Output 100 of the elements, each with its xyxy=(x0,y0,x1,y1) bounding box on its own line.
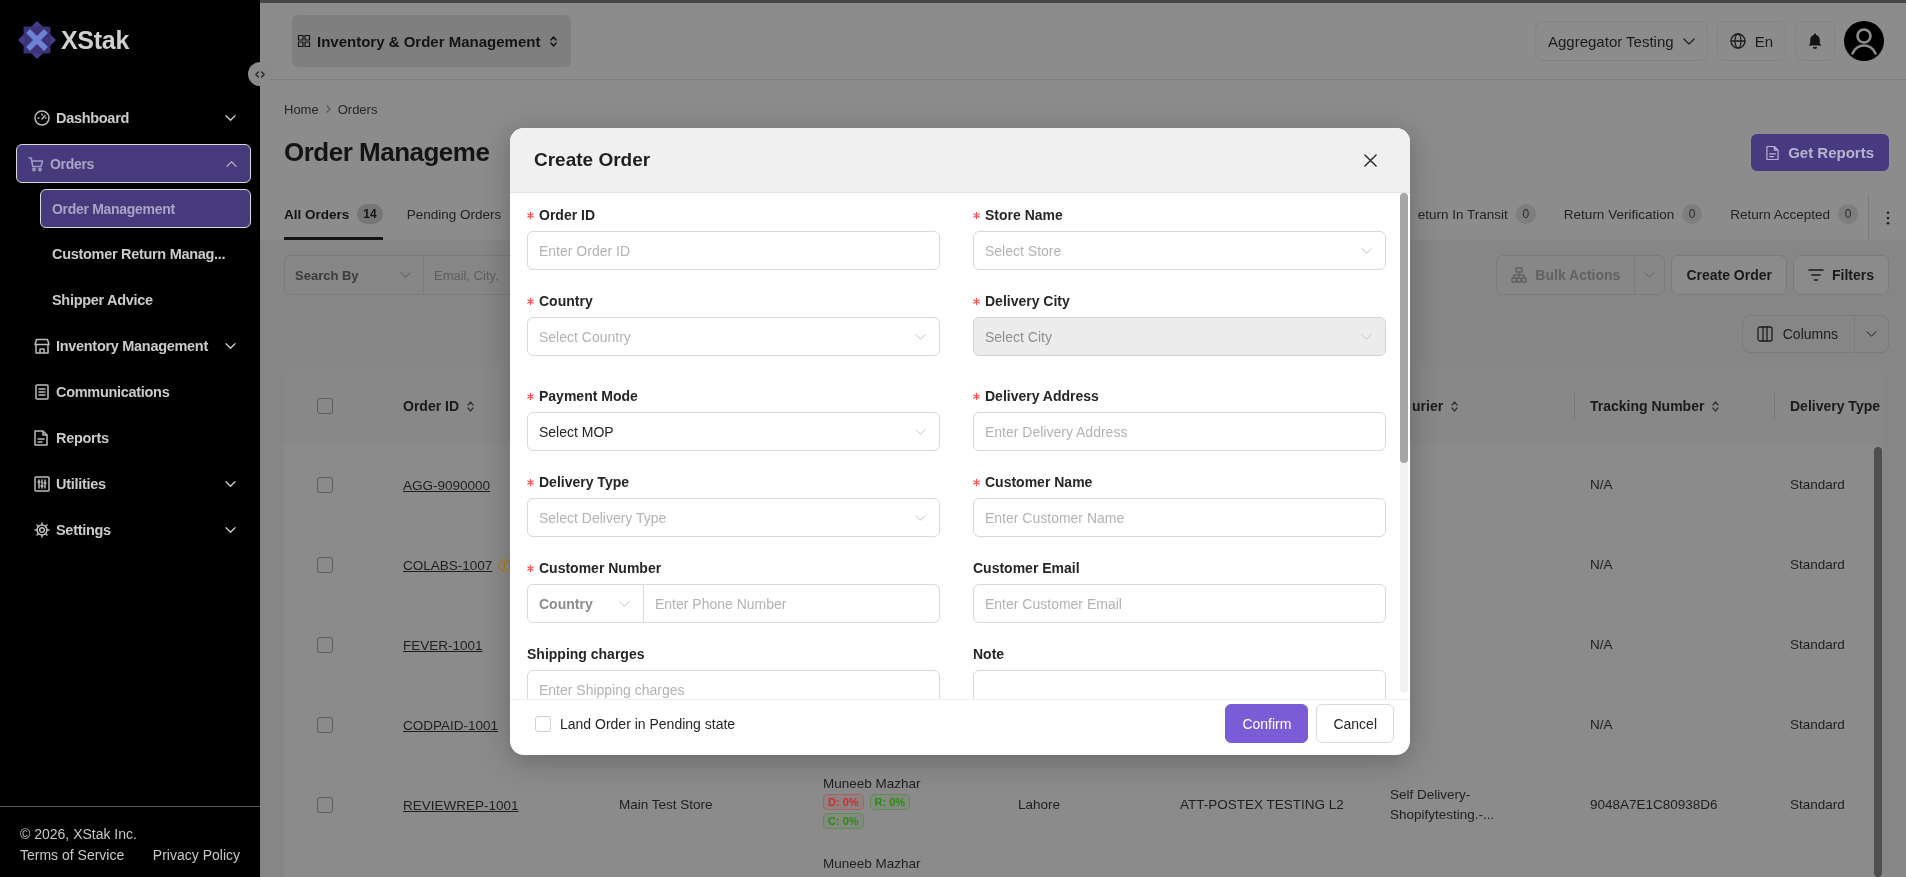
count-badge: 14 xyxy=(357,204,383,224)
field-label: Shipping charges xyxy=(527,646,645,662)
tab[interactable]: Return Accepted 0 xyxy=(1730,185,1858,240)
order-link[interactable]: REVIEWREP-1001 xyxy=(403,797,519,813)
field-label: Order ID xyxy=(539,207,595,223)
sidebar-item[interactable]: Reports xyxy=(16,418,251,458)
grid-icon xyxy=(298,35,310,47)
checkbox[interactable] xyxy=(317,557,333,573)
more-icon[interactable] xyxy=(1885,210,1890,225)
chevron-up-down-icon xyxy=(550,35,558,47)
footer-link[interactable]: Privacy Policy xyxy=(152,847,240,863)
order-link[interactable]: CODPAID-1001 xyxy=(403,717,499,733)
field-label: Country xyxy=(539,293,593,309)
notifications-button[interactable] xyxy=(1795,21,1835,61)
input-field[interactable]: Enter Shipping charges xyxy=(527,670,940,699)
person-name: Muneeb Mazhar xyxy=(823,776,921,791)
document-icon xyxy=(1766,144,1780,161)
breadcrumb-item: Orders xyxy=(337,101,378,117)
sidebar-subitem[interactable]: Customer Return Manag... xyxy=(40,234,251,274)
settings-icon xyxy=(34,522,50,538)
avatar-icon[interactable] xyxy=(1844,21,1884,61)
action-button[interactable]: Filters xyxy=(1793,255,1889,295)
table-cell-text: Standard xyxy=(1790,716,1845,734)
footer-link[interactable]: Terms of Service xyxy=(20,847,125,863)
search-by-select[interactable]: Search By xyxy=(284,255,424,295)
sidebar-item[interactable]: Dashboard xyxy=(16,98,251,138)
hierarchy-icon xyxy=(1511,267,1528,283)
list-icon xyxy=(34,384,50,400)
chevrons-icon xyxy=(255,70,265,78)
tab[interactable]: eturn In Transit 0 xyxy=(1417,185,1536,240)
chevron-down-icon xyxy=(1682,37,1695,45)
dialog-button[interactable]: Cancel xyxy=(1316,704,1394,743)
dropdown-button[interactable] xyxy=(1634,255,1666,295)
input-field[interactable]: Enter Phone Number xyxy=(644,584,940,623)
chevron-down-icon xyxy=(1644,272,1656,278)
breadcrumb-item[interactable]: Home xyxy=(284,101,319,117)
dropdown-button[interactable] xyxy=(1855,315,1889,353)
checkbox[interactable] xyxy=(317,398,333,414)
sidebar-item[interactable]: Inventory Management xyxy=(16,326,251,366)
table-cell-text: 9048A7E1C80938D6 xyxy=(1590,796,1718,814)
sidebar-item[interactable]: Communications xyxy=(16,372,251,412)
select-field[interactable]: Select MOP xyxy=(527,412,940,451)
bell-icon xyxy=(1808,33,1822,49)
chevron-down-icon xyxy=(400,272,411,278)
shop-icon xyxy=(34,338,50,354)
column-header[interactable]: Tracking Number xyxy=(1590,398,1705,414)
table-cell-text: N/A xyxy=(1590,636,1613,654)
table-cell-text: Standard xyxy=(1790,476,1845,494)
sidebar-subitem[interactable]: Shipper Advice xyxy=(40,280,251,320)
account-dropdown[interactable]: Aggregator Testing xyxy=(1535,21,1708,61)
chevron-down-icon xyxy=(915,514,926,521)
column-header[interactable]: urier xyxy=(1412,398,1444,414)
input-field[interactable]: Enter Delivery Address xyxy=(973,412,1386,451)
field-label: Customer Email xyxy=(973,560,1080,576)
order-link[interactable]: AGG-9090000 xyxy=(403,477,491,493)
table-cell-text: N/A xyxy=(1590,556,1613,574)
sort-icon[interactable] xyxy=(1712,400,1720,412)
sidebar-item[interactable]: Settings xyxy=(16,510,251,550)
tab[interactable]: Pending Orders xyxy=(406,185,502,240)
field-label: Delivery City xyxy=(985,293,1070,309)
chevron-down-icon xyxy=(619,600,630,607)
dialog-button[interactable]: Confirm xyxy=(1225,704,1309,743)
app-switcher[interactable]: Inventory & Order Management xyxy=(292,15,572,67)
metric-badge: R: 0% xyxy=(869,794,911,810)
person-name: Muneeb Mazhar xyxy=(823,856,921,871)
country-select[interactable]: Country xyxy=(527,584,644,623)
tab[interactable]: All Orders 14 xyxy=(284,185,383,240)
metric-badge: D: 0% xyxy=(823,794,864,810)
checkbox[interactable] xyxy=(317,717,333,733)
checkbox[interactable] xyxy=(317,477,333,493)
column-header[interactable]: Order ID xyxy=(403,398,459,414)
scrollbar-thumb[interactable] xyxy=(1874,447,1882,877)
report-button[interactable]: Get Reports xyxy=(1751,134,1889,171)
table-cell-text: Main Test Store xyxy=(619,796,713,814)
page-title: Order Manageme xyxy=(284,137,490,168)
scrollbar-thumb[interactable] xyxy=(1400,193,1408,463)
sliders-icon xyxy=(34,476,50,492)
tab[interactable]: Return Verification 0 xyxy=(1563,185,1703,240)
chevron-down-icon xyxy=(915,428,926,435)
sidebar-item[interactable]: Orders xyxy=(16,144,251,183)
sort-icon[interactable] xyxy=(1451,400,1459,412)
action-button[interactable]: Create Order xyxy=(1671,255,1787,295)
table-cell-text: ATT-POSTEX TESTING L2 xyxy=(1180,796,1344,814)
order-link[interactable]: FEVER-1001 xyxy=(403,637,483,653)
columns-icon xyxy=(1756,326,1773,342)
sidebar-item[interactable]: Utilities xyxy=(16,464,251,504)
table-cell-text: Standard xyxy=(1790,636,1845,654)
order-link[interactable]: COLABS-1007 xyxy=(403,557,493,573)
language-button[interactable]: En xyxy=(1716,21,1786,61)
input-field[interactable]: Enter Customer Email xyxy=(973,584,1386,623)
table-cell-text: N/A xyxy=(1590,716,1613,734)
input-field[interactable]: Enter Order ID xyxy=(527,231,940,270)
checkbox[interactable] xyxy=(317,637,333,653)
checkbox[interactable] xyxy=(317,797,333,813)
sidebar-subitem[interactable]: Order Management xyxy=(40,189,251,228)
columns-button[interactable]: Columns xyxy=(1741,315,1855,353)
sort-icon[interactable] xyxy=(467,400,474,412)
brand-name: XStak xyxy=(61,25,129,55)
field-label: Customer Name xyxy=(985,474,1093,490)
input-field[interactable]: Enter Customer Name xyxy=(973,498,1386,537)
